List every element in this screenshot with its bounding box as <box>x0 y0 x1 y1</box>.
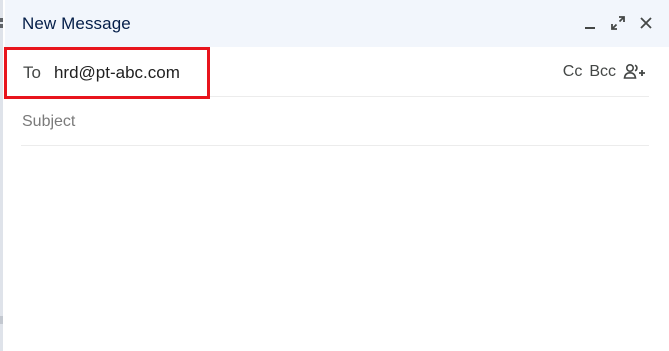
header-actions <box>581 14 655 32</box>
cc-bcc-group: Cc Bcc <box>563 62 647 82</box>
bcc-button[interactable]: Bcc <box>589 63 616 81</box>
background-window-edge <box>0 0 3 351</box>
close-icon[interactable] <box>637 14 655 32</box>
minimize-icon[interactable] <box>581 14 599 32</box>
add-contacts-icon[interactable] <box>623 62 647 82</box>
subject-input[interactable] <box>21 98 649 145</box>
compose-title: New Message <box>22 13 131 33</box>
expand-icon[interactable] <box>609 14 627 32</box>
message-body[interactable] <box>21 150 649 346</box>
highlight-box <box>4 47 210 99</box>
cc-button[interactable]: Cc <box>563 63 583 81</box>
subject-field[interactable] <box>21 98 649 146</box>
compose-header[interactable]: New Message <box>5 0 669 47</box>
